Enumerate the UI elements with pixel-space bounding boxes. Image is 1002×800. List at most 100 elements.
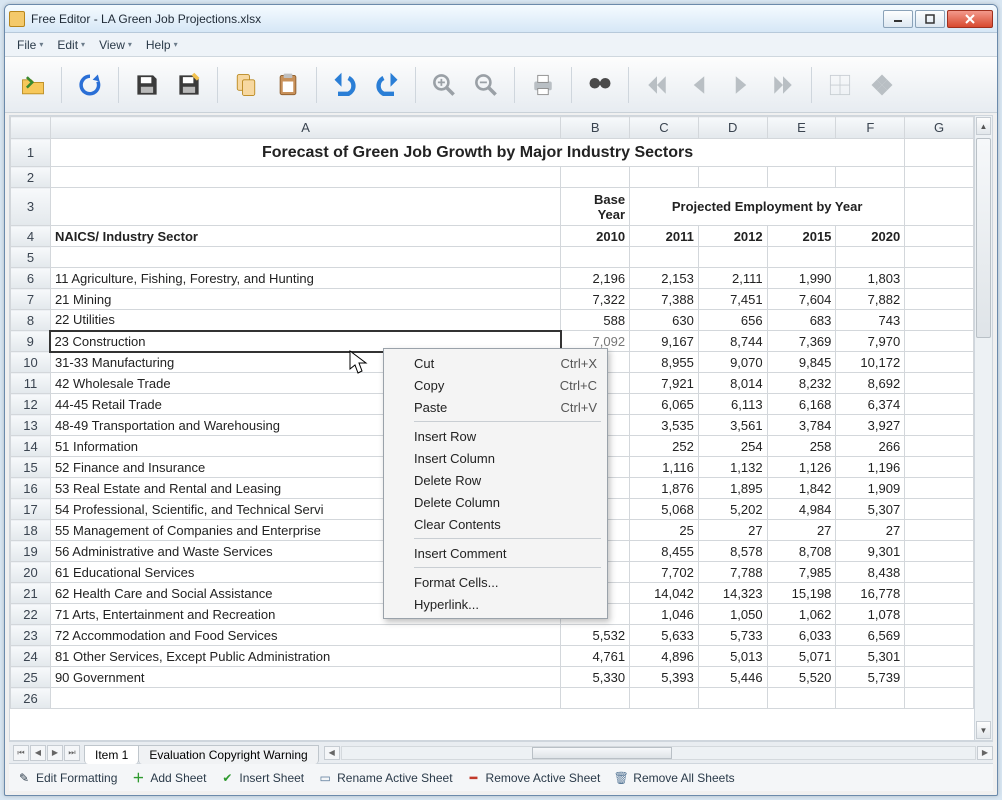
refresh-button[interactable] [72, 67, 108, 103]
cell[interactable]: 6,374 [836, 394, 905, 415]
cell[interactable]: 6,033 [767, 625, 836, 646]
col-G[interactable]: G [905, 117, 974, 139]
cell[interactable]: 7,985 [767, 562, 836, 583]
paste-button[interactable] [270, 67, 306, 103]
cell[interactable] [561, 247, 630, 268]
cell[interactable]: 11 [11, 373, 51, 394]
ctx-insert-comment[interactable]: Insert Comment [386, 542, 605, 564]
cell[interactable] [905, 310, 974, 331]
cell[interactable]: 2020 [836, 226, 905, 247]
menu-edit[interactable]: Edit▾ [51, 36, 91, 54]
cell[interactable] [905, 499, 974, 520]
tab-prev-icon[interactable]: ◀ [30, 745, 46, 761]
find-button[interactable] [582, 67, 618, 103]
cell[interactable] [767, 167, 836, 188]
cell[interactable]: 24 [11, 646, 51, 667]
col-C[interactable]: C [630, 117, 699, 139]
cell[interactable]: 25 [11, 667, 51, 688]
cell[interactable]: 1,078 [836, 604, 905, 625]
cell[interactable] [905, 541, 974, 562]
cell[interactable]: 5,520 [767, 667, 836, 688]
cell[interactable]: 3,927 [836, 415, 905, 436]
ctx-cut[interactable]: CutCtrl+X [386, 352, 605, 374]
cell[interactable]: 16,778 [836, 583, 905, 604]
cell[interactable]: 5,393 [630, 667, 699, 688]
cell[interactable] [698, 688, 767, 709]
cell[interactable] [630, 167, 699, 188]
tab-next-icon[interactable]: ▶ [47, 745, 63, 761]
cell[interactable] [698, 247, 767, 268]
ctx-copy[interactable]: CopyCtrl+C [386, 374, 605, 396]
cell[interactable] [905, 139, 974, 167]
zoom-out-button[interactable] [468, 67, 504, 103]
cell[interactable]: 1,909 [836, 478, 905, 499]
cell[interactable]: 8,692 [836, 373, 905, 394]
open-button[interactable] [15, 67, 51, 103]
insert-sheet-button[interactable]: ✔Insert Sheet [220, 771, 304, 785]
cell[interactable]: 683 [767, 310, 836, 331]
cell[interactable]: 2012 [698, 226, 767, 247]
cell[interactable]: 10,172 [836, 352, 905, 373]
cell[interactable]: 588 [561, 310, 630, 331]
cell[interactable]: 2,153 [630, 268, 699, 289]
cell[interactable] [905, 667, 974, 688]
hscroll-thumb[interactable] [532, 747, 672, 759]
cell[interactable]: 5,068 [630, 499, 699, 520]
cell[interactable] [836, 247, 905, 268]
cell[interactable] [905, 268, 974, 289]
cell[interactable] [905, 188, 974, 226]
cell[interactable]: 11 Agriculture, Fishing, Forestry, and H… [50, 268, 560, 289]
ctx-hyperlink[interactable]: Hyperlink... [386, 593, 605, 615]
cell[interactable]: 1,895 [698, 478, 767, 499]
cell[interactable]: 12 [11, 394, 51, 415]
cell[interactable]: 14 [11, 436, 51, 457]
cell[interactable]: 21 Mining [50, 289, 560, 310]
cell[interactable]: 2011 [630, 226, 699, 247]
cell[interactable]: 13 [11, 415, 51, 436]
last-button[interactable] [765, 67, 801, 103]
cell[interactable]: 1,842 [767, 478, 836, 499]
tab-first-icon[interactable]: ⏮ [13, 745, 29, 761]
edit-formatting-button[interactable]: ✎Edit Formatting [17, 771, 117, 785]
cell[interactable]: 8,708 [767, 541, 836, 562]
cell[interactable]: 3 [11, 188, 51, 226]
grid-button[interactable] [822, 67, 858, 103]
cell[interactable]: 90 Government [50, 667, 560, 688]
cell[interactable]: 656 [698, 310, 767, 331]
cell[interactable] [905, 247, 974, 268]
cell[interactable]: Projected Employment by Year [630, 188, 905, 226]
horizontal-scrollbar[interactable]: ◀ ▶ [324, 746, 993, 760]
cell[interactable]: 5,532 [561, 625, 630, 646]
select-all-cell[interactable] [11, 117, 51, 139]
cell[interactable] [905, 289, 974, 310]
cell[interactable]: 630 [630, 310, 699, 331]
col-F[interactable]: F [836, 117, 905, 139]
cell[interactable] [630, 247, 699, 268]
cell[interactable] [905, 167, 974, 188]
cell[interactable] [836, 688, 905, 709]
column-headers[interactable]: A B C D E F G [11, 117, 974, 139]
menu-help[interactable]: Help▾ [140, 36, 184, 54]
cell[interactable]: 743 [836, 310, 905, 331]
cell[interactable]: 266 [836, 436, 905, 457]
cell[interactable]: 1,062 [767, 604, 836, 625]
cell[interactable]: 1,990 [767, 268, 836, 289]
cell[interactable]: 5,633 [630, 625, 699, 646]
cell[interactable]: 22 [11, 604, 51, 625]
cell[interactable]: 3,561 [698, 415, 767, 436]
col-D[interactable]: D [698, 117, 767, 139]
cell[interactable] [905, 646, 974, 667]
cell[interactable]: 4,761 [561, 646, 630, 667]
scroll-up-icon[interactable]: ▲ [976, 117, 991, 135]
cell[interactable]: Forecast of Green Job Growth by Major In… [50, 139, 904, 167]
cell[interactable] [905, 373, 974, 394]
vertical-scrollbar[interactable]: ▲ ▼ [974, 116, 992, 740]
cell[interactable] [767, 247, 836, 268]
cell[interactable]: 1 [11, 139, 51, 167]
cell[interactable] [905, 394, 974, 415]
cell[interactable]: NAICS/ Industry Sector [50, 226, 560, 247]
cell[interactable] [905, 436, 974, 457]
cell[interactable] [905, 457, 974, 478]
cell[interactable]: 258 [767, 436, 836, 457]
cell[interactable]: 22 Utilities [50, 310, 560, 331]
